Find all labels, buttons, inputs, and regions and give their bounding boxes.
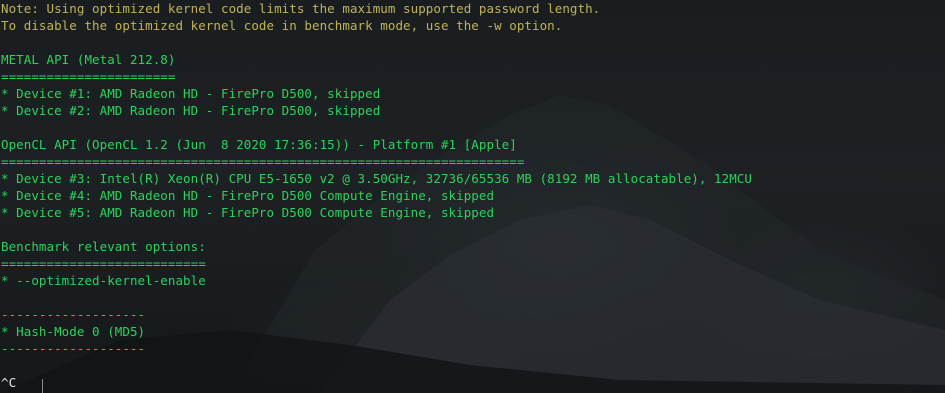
terminal-line: To disable the optimized kernel code in … xyxy=(1,18,563,33)
terminal-line: METAL API (Metal 212.8) xyxy=(1,52,176,67)
terminal-line: * Device #5: AMD Radeon HD - FirePro D50… xyxy=(1,205,495,220)
terminal-line: * Device #2: AMD Radeon HD - FirePro D50… xyxy=(1,103,381,118)
terminal-line: ========================================… xyxy=(1,154,525,169)
terminal-line: ------------------- xyxy=(1,341,146,356)
terminal-window[interactable]: Note: Using optimized kernel code limits… xyxy=(0,0,945,393)
terminal-line: =========================== xyxy=(1,256,206,271)
terminal-line: Note: Using optimized kernel code limits… xyxy=(1,1,601,16)
terminal-prompt-line[interactable]: ^C xyxy=(0,374,945,391)
terminal-line: ======================= xyxy=(1,69,176,84)
terminal-line: * Device #4: AMD Radeon HD - FirePro D50… xyxy=(1,188,495,203)
terminal-line: * Device #3: Intel(R) Xeon(R) CPU E5-165… xyxy=(1,171,752,186)
terminal-line: Benchmark relevant options: xyxy=(1,239,206,254)
terminal-line: * --optimized-kernel-enable xyxy=(1,273,206,288)
terminal-line: OpenCL API (OpenCL 1.2 (Jun 8 2020 17:36… xyxy=(1,137,517,152)
text-cursor xyxy=(42,379,43,393)
terminal-output: Note: Using optimized kernel code limits… xyxy=(0,0,945,391)
terminal-line: ------------------- xyxy=(1,307,146,322)
terminal-line: * Device #1: AMD Radeon HD - FirePro D50… xyxy=(1,86,381,101)
terminal-line: * Hash-Mode 0 (MD5) xyxy=(1,324,146,339)
